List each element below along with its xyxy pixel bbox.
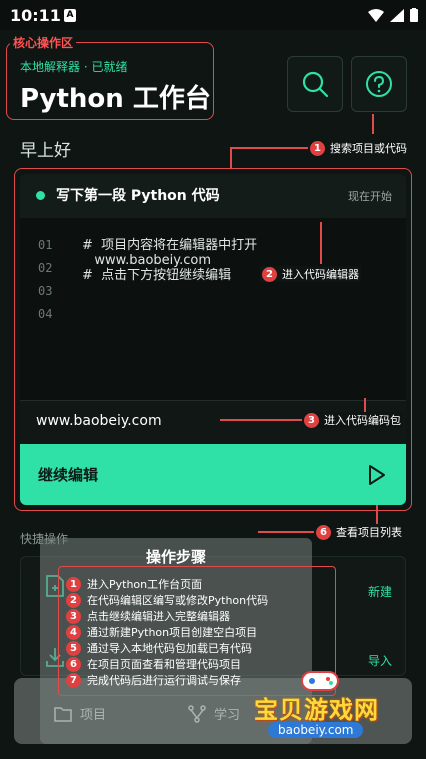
play-icon <box>369 465 385 485</box>
code-line: # 点击下方按钮继续编辑 <box>82 268 232 283</box>
code-line: www.baobeiy.com <box>82 253 212 268</box>
annotation-text: 查看项目列表 <box>336 526 402 539</box>
start-now-link[interactable]: 现在开始 <box>348 188 392 204</box>
interpreter-status: 本地解释器 · 已就绪 <box>20 60 128 74</box>
help-button[interactable] <box>351 56 407 112</box>
steps-title: 操作步骤 <box>145 548 206 566</box>
continue-edit-button[interactable]: 继续编辑 <box>20 444 406 505</box>
notification-icon: A <box>64 9 76 22</box>
code-line: # 项目内容将在编辑器中打开 <box>82 238 258 253</box>
line-number: 02 <box>38 261 53 275</box>
line-number: 04 <box>38 307 53 321</box>
code-editor[interactable]: 01 02 03 04 # 项目内容将在编辑器中打开 www.baobeiy.c… <box>20 218 406 400</box>
annotation-line <box>230 147 310 149</box>
annotation-number: 3 <box>304 412 319 428</box>
battery-icon <box>410 8 418 22</box>
annotation-text: 进入代码编辑器 <box>282 268 359 281</box>
code-card: 写下第一段 Python 代码 现在开始 01 02 03 04 # 项目内容将… <box>20 174 406 505</box>
annotation-line <box>230 147 232 169</box>
annotation-line <box>220 419 302 421</box>
new-button[interactable]: 新建 <box>368 583 392 600</box>
line-number: 01 <box>38 238 53 252</box>
annotation-text: 进入代码编码包 <box>324 414 401 427</box>
wifi-icon <box>368 8 384 22</box>
greeting: 早上好 <box>20 141 71 161</box>
status-icons <box>368 8 418 22</box>
annotation-line <box>258 531 314 533</box>
import-button[interactable]: 导入 <box>368 652 392 669</box>
annotation-2: 2 进入代码编辑器 <box>260 266 361 282</box>
annotation-line <box>320 222 322 264</box>
gamepad-logo-icon <box>301 671 339 691</box>
annotation-line <box>364 398 366 412</box>
search-icon <box>302 71 329 98</box>
code-content: # 项目内容将在编辑器中打开 www.baobeiy.com # 点击下方按钮继… <box>82 238 257 283</box>
card-title: 写下第一段 Python 代码 <box>56 188 220 204</box>
continue-label: 继续编辑 <box>38 466 99 484</box>
card-header: 写下第一段 Python 代码 现在开始 <box>20 174 406 218</box>
annotation-number: 1 <box>310 140 325 156</box>
page-title: Python 工作台 <box>20 84 211 114</box>
annotation-line <box>372 114 374 134</box>
annotation-text: 搜索项目或代码 <box>330 142 407 155</box>
help-icon <box>366 71 392 97</box>
line-number: 03 <box>38 284 53 298</box>
core-area-tag: 核心操作区 <box>10 34 77 51</box>
watermark-text: 宝贝游戏网 <box>254 696 379 724</box>
status-dot <box>36 191 45 200</box>
annotation-number: 2 <box>262 266 277 282</box>
annotation-line <box>376 505 378 525</box>
annotation-3: 3 进入代码编码包 <box>302 412 403 428</box>
search-button[interactable] <box>287 56 343 112</box>
annotation-number: 6 <box>316 524 331 540</box>
steps-outline <box>58 566 336 696</box>
url-text: www.baobeiy.com <box>36 413 162 429</box>
signal-icon <box>390 8 404 22</box>
annotation-1: 1 搜索项目或代码 <box>308 140 409 156</box>
annotation-6: 6 查看项目列表 <box>314 524 404 540</box>
line-gutter: 01 02 03 04 <box>38 238 52 321</box>
status-time: 10:11 <box>10 6 61 25</box>
watermark-url: baobeiy.com <box>268 722 364 738</box>
